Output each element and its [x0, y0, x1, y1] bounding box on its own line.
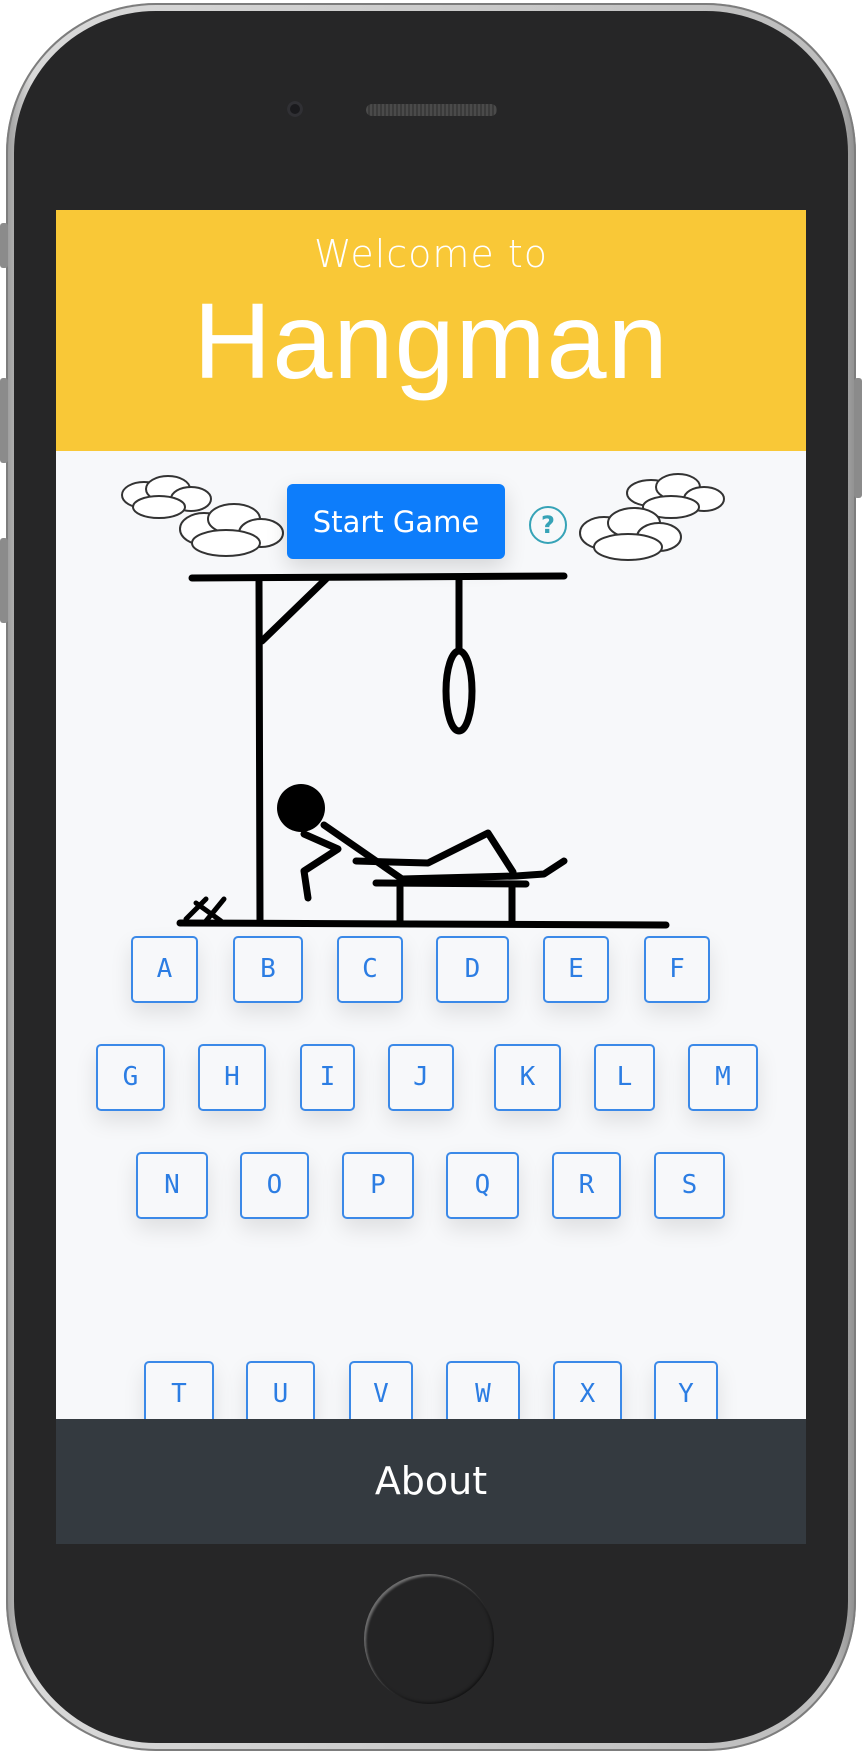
cloud-left-icon [121, 475, 284, 557]
key-h[interactable]: H [198, 1044, 266, 1111]
power-button [854, 378, 862, 498]
app-title: Hangman [193, 280, 669, 401]
noose-icon [442, 647, 476, 735]
key-o[interactable]: O [240, 1152, 309, 1219]
cloud-right-icon [579, 473, 725, 561]
key-k[interactable]: K [494, 1044, 561, 1111]
about-footer[interactable]: About [56, 1419, 806, 1544]
start-game-button[interactable]: Start Game [287, 484, 505, 559]
key-a[interactable]: A [131, 936, 198, 1003]
key-p[interactable]: P [342, 1152, 414, 1219]
mute-switch [0, 223, 8, 268]
help-icon[interactable]: ? [529, 506, 567, 544]
key-s[interactable]: S [654, 1152, 725, 1219]
key-m[interactable]: M [688, 1044, 758, 1111]
key-l[interactable]: L [594, 1044, 655, 1111]
key-e[interactable]: E [543, 936, 609, 1003]
key-i[interactable]: I [300, 1044, 355, 1111]
key-j[interactable]: J [388, 1044, 454, 1111]
app-screen: Welcome to Hangman Start Game ? A B C D … [56, 210, 806, 1544]
key-f[interactable]: F [644, 936, 710, 1003]
key-c[interactable]: C [337, 936, 403, 1003]
volume-up-button [0, 378, 8, 463]
bench-icon [372, 879, 530, 927]
key-v[interactable]: V [349, 1361, 413, 1428]
key-r[interactable]: R [552, 1152, 621, 1219]
key-n[interactable]: N [136, 1152, 208, 1219]
front-camera [287, 101, 303, 117]
key-w[interactable]: W [446, 1361, 520, 1428]
key-b[interactable]: B [233, 936, 303, 1003]
key-d[interactable]: D [436, 936, 509, 1003]
key-g[interactable]: G [96, 1044, 165, 1111]
key-x[interactable]: X [553, 1361, 622, 1428]
earpiece-speaker [366, 104, 497, 116]
home-button[interactable] [364, 1574, 494, 1704]
key-u[interactable]: U [246, 1361, 315, 1428]
welcome-text: Welcome to [313, 232, 549, 276]
key-t[interactable]: T [144, 1361, 214, 1428]
welcome-banner: Welcome to Hangman [56, 210, 806, 451]
key-q[interactable]: Q [446, 1152, 519, 1219]
key-y[interactable]: Y [654, 1361, 718, 1428]
grass-icon [183, 896, 227, 924]
volume-down-button [0, 538, 8, 623]
gallows-icon [176, 572, 670, 929]
